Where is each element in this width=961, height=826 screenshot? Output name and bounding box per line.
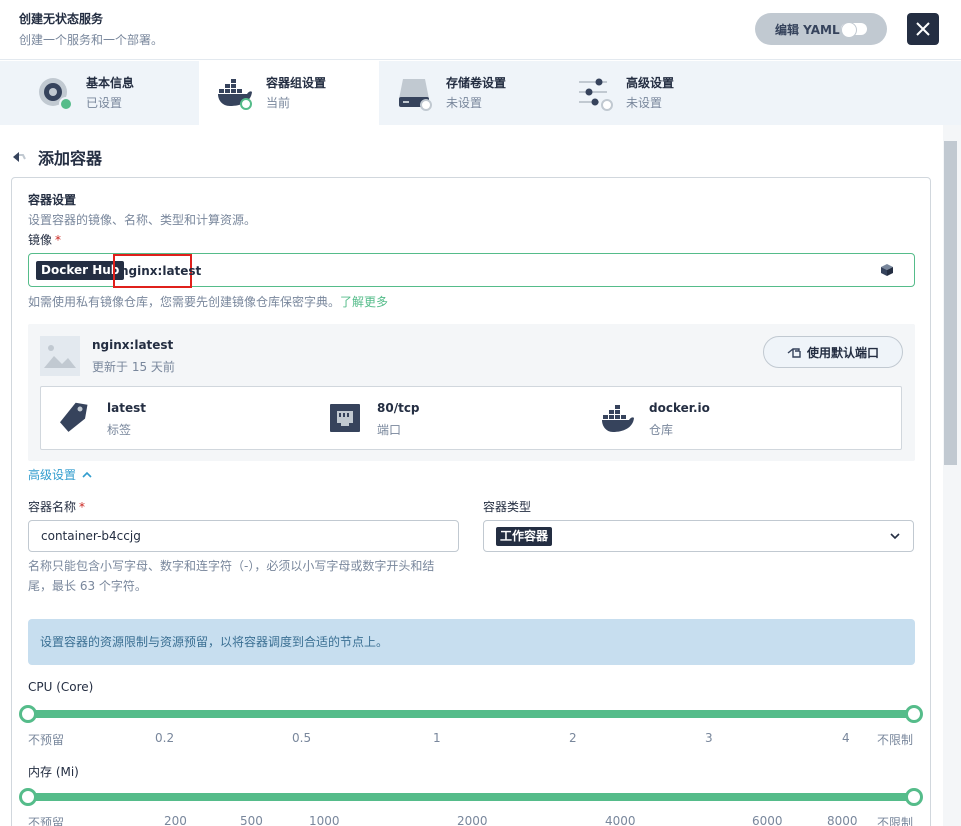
- step-tabs: 基本信息 已设置 容器组设置 当前 存储卷设置 未设置 高级设置 未设置: [0, 61, 961, 125]
- tab-status: 已设置: [86, 96, 123, 110]
- container-type-label: 容器类型: [483, 500, 532, 514]
- image-placeholder-icon: [40, 336, 80, 376]
- modal-title: 创建无状态服务: [19, 12, 104, 26]
- docker-icon: [602, 405, 634, 432]
- tab-label: 高级设置: [626, 76, 675, 90]
- back-arrow-icon: [13, 152, 26, 162]
- use-default-ports-button[interactable]: 使用默认端口: [763, 336, 903, 368]
- image-label: 镜像 *: [28, 231, 61, 248]
- tab-label: 容器组设置: [266, 76, 327, 90]
- section-title: 容器设置: [28, 193, 77, 207]
- edit-yaml-label: 编辑 YAML: [775, 22, 840, 37]
- cpu-tick: 1: [433, 731, 441, 745]
- tab-status: 当前: [266, 96, 291, 110]
- hand-pointer-icon: [787, 348, 801, 358]
- cpu-tick: 不预留: [28, 733, 65, 747]
- registry-key: 仓库: [649, 423, 674, 437]
- learn-more-link[interactable]: 了解更多: [340, 295, 388, 309]
- tab-volume-settings[interactable]: 存储卷设置 未设置: [379, 61, 559, 125]
- image-name: nginx:latest: [92, 338, 174, 352]
- memory-tick: 1000: [309, 814, 340, 826]
- cube-icon[interactable]: [880, 263, 894, 277]
- tab-status: 未设置: [446, 96, 483, 110]
- close-button[interactable]: [907, 13, 939, 45]
- cpu-slider-max-handle[interactable]: [905, 705, 923, 723]
- memory-label: 内存 (Mi): [28, 765, 79, 779]
- memory-tick: 500: [240, 814, 263, 826]
- container-name-label: 容器名称 *: [28, 498, 85, 515]
- memory-tick: 不限制: [877, 816, 914, 826]
- tag-icon: [60, 402, 88, 432]
- cpu-tick: 2: [569, 731, 577, 745]
- image-input[interactable]: Docker Hub nginx:latest: [28, 253, 915, 288]
- tag-value: latest: [107, 401, 146, 415]
- memory-tick: 2000: [457, 814, 488, 826]
- cpu-label: CPU (Core): [28, 680, 94, 694]
- image-updated: 更新于 15 天前: [92, 360, 175, 374]
- container-name-hint: 名称只能包含小写字母、数字和连字符（-），必须以小写字母或数字开头和结尾，最长 …: [28, 559, 435, 593]
- resource-info-banner: 设置容器的资源限制与资源预留，以将容器调度到合适的节点上。: [28, 619, 915, 665]
- memory-tick: 8000: [827, 814, 858, 826]
- port-key: 端口: [377, 423, 402, 437]
- cpu-tick: 0.5: [292, 731, 312, 745]
- advanced-settings-label: 高级设置: [28, 468, 77, 482]
- registry-tag[interactable]: Docker Hub: [36, 261, 125, 280]
- chevron-up-icon: [82, 471, 92, 478]
- toggle-switch-icon: [841, 22, 867, 38]
- memory-tick: 6000: [752, 814, 783, 826]
- storage-disk-icon: [399, 79, 432, 111]
- cpu-tick: 不限制: [877, 733, 914, 747]
- container-name-input[interactable]: container-b4ccjg: [28, 520, 459, 552]
- back-button[interactable]: 添加容器: [12, 145, 102, 169]
- sliders-icon: [579, 78, 613, 111]
- use-default-ports-label: 使用默认端口: [806, 345, 879, 360]
- container-name-label-text: 容器名称: [28, 500, 77, 514]
- memory-slider-min-handle[interactable]: [19, 788, 37, 806]
- tag-key: 标签: [107, 423, 132, 437]
- advanced-settings-toggle[interactable]: 高级设置: [28, 466, 93, 483]
- memory-slider-max-handle[interactable]: [905, 788, 923, 806]
- container-settings-panel: 容器设置 设置容器的镜像、名称、类型和计算资源。 镜像 * Docker Hub …: [11, 177, 931, 826]
- container-type-select[interactable]: 工作容器: [483, 520, 914, 552]
- modal-header: 创建无状态服务 创建一个服务和一个部署。 编辑 YAML: [0, 0, 961, 60]
- tab-pod-settings[interactable]: 容器组设置 当前: [199, 61, 379, 125]
- cpu-slider-min-handle[interactable]: [19, 705, 37, 723]
- container-type-value: 工作容器: [496, 527, 553, 546]
- tab-basic-info[interactable]: 基本信息 已设置: [19, 61, 199, 125]
- cpu-tick: 4: [842, 731, 850, 745]
- modal-subtitle: 创建一个服务和一个部署。: [19, 33, 164, 47]
- tab-advanced-settings[interactable]: 高级设置 未设置: [559, 61, 739, 125]
- tab-label: 基本信息: [86, 76, 135, 90]
- memory-tick: 4000: [605, 814, 636, 826]
- ethernet-port-icon: [330, 404, 360, 432]
- image-hint: 如需使用私有镜像仓库，您需要先创建镜像仓库保密字典。了解更多: [28, 293, 388, 310]
- registry-value: docker.io: [649, 401, 710, 415]
- cpu-slider-track[interactable]: [28, 710, 915, 718]
- image-info-card: nginx:latest 更新于 15 天前 使用默认端口 latest 标签: [28, 324, 915, 461]
- chevron-down-icon: [890, 533, 900, 540]
- page-title: 添加容器: [38, 149, 103, 168]
- scrollbar-thumb[interactable]: [944, 141, 957, 465]
- tab-status: 未设置: [626, 96, 663, 110]
- section-description: 设置容器的镜像、名称、类型和计算资源。: [28, 213, 257, 227]
- edit-yaml-toggle[interactable]: 编辑 YAML: [755, 13, 887, 45]
- image-details-row: latest 标签 80/tcp 端口 docker.io 仓库: [40, 386, 902, 450]
- close-icon: [916, 22, 930, 36]
- required-mark: *: [79, 500, 86, 514]
- image-value: nginx:latest: [113, 254, 201, 288]
- required-mark: *: [55, 233, 62, 247]
- cpu-tick: 3: [705, 731, 713, 745]
- memory-tick: 200: [164, 814, 187, 826]
- port-value: 80/tcp: [377, 401, 420, 415]
- content-area: 添加容器 容器设置 设置容器的镜像、名称、类型和计算资源。 镜像 * Docker…: [0, 125, 943, 826]
- docker-icon: [218, 79, 252, 110]
- image-label-text: 镜像: [28, 233, 53, 247]
- image-hint-text: 如需使用私有镜像仓库，您需要先创建镜像仓库保密字典。: [28, 295, 341, 309]
- tab-label: 存储卷设置: [446, 76, 507, 90]
- cpu-tick: 0.2: [155, 731, 175, 745]
- memory-tick: 不预留: [28, 816, 65, 826]
- settings-disc-icon: [39, 78, 73, 111]
- memory-slider-track[interactable]: [28, 793, 915, 801]
